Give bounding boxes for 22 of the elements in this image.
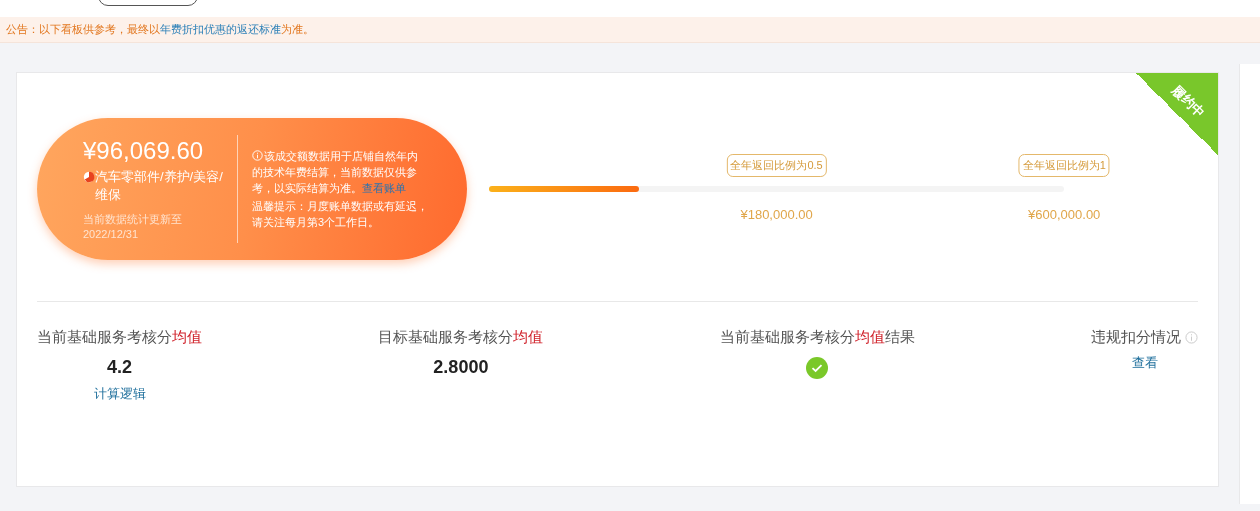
update-text: 当前数据统计更新至2022/12/31 [83, 212, 183, 242]
milestone-amount: ¥600,000.00 [1028, 207, 1101, 222]
metric-value: 2.8000 [433, 357, 489, 378]
metric-link[interactable]: 计算逻辑 [93, 385, 146, 403]
status-ribbon: 履约中 [1136, 73, 1219, 155]
notice-link[interactable]: 年费折扣优惠的返还标准 [160, 23, 281, 35]
milestone-amount: ¥180,000.00 [740, 207, 813, 222]
tip-text: 温馨提示：月度账单数据或有延迟，请关注每月第3个工作日。 [252, 199, 428, 230]
amount-text: ¥96,069.60 [83, 136, 205, 166]
tooltip: 全年返回比例为0.5 [726, 154, 827, 177]
category-text: 汽车零部件/养护/美容/维保 [95, 168, 223, 204]
metric-link[interactable]: 查看 [1131, 354, 1158, 372]
metric-label: 当前基础服务考核分均值 [37, 328, 202, 347]
metric-value: 4.2 [107, 357, 132, 378]
info-text: 该成交额数据用于店铺自然年内的技术年费结算，当前数据仅供参考，以实际结算为准。查看账单 [252, 149, 419, 196]
metric-label: 当前基础服务考核分均值结果 [719, 328, 915, 347]
pie-icon [83, 171, 95, 183]
metric-label: 违规扣分情况 [1091, 328, 1182, 347]
tooltip: 全年返回比例为1 [1018, 154, 1110, 177]
info-icon [252, 150, 263, 161]
metric-label: 目标基础服务考核分均值 [378, 328, 544, 347]
notice-text: 公告：以下看板供参考，最终以年费折扣优惠的返还标准为准。 [6, 22, 314, 37]
